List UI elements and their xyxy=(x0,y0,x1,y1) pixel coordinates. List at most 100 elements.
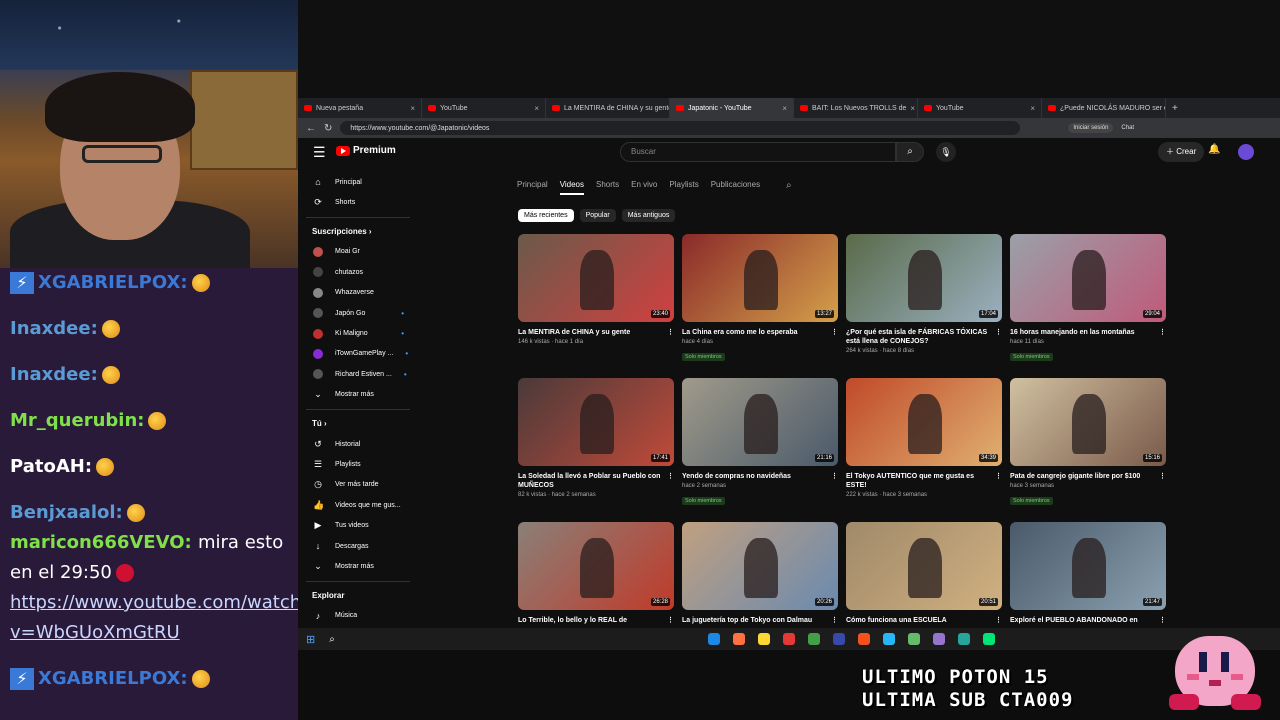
video-card[interactable]: 29:04 16 horas manejando en las montañas ⋮… xyxy=(1010,234,1166,378)
sidebar-item[interactable]: ☰ Playlists xyxy=(298,454,418,474)
tab-close-icon[interactable]: × xyxy=(910,104,915,113)
more-options-icon[interactable]: ⋮ xyxy=(667,472,674,481)
video-thumbnail[interactable]: 34:39 xyxy=(846,378,1002,466)
sidebar-subscription[interactable]: Japón Go • xyxy=(298,303,418,323)
video-thumbnail[interactable]: 21:16 xyxy=(682,378,838,466)
sidebar-subscription[interactable]: Ki Maligno • xyxy=(298,323,418,343)
sidebar-item[interactable]: ⌂ Principal xyxy=(298,172,418,192)
tab-principal[interactable]: Principal xyxy=(517,180,548,195)
microphone-icon[interactable]: 🎙 xyxy=(936,142,956,162)
video-title[interactable]: Yendo de compras no navideñas ⋮ xyxy=(682,472,838,481)
chat-username[interactable]: XGABRIELPOX: xyxy=(38,668,188,689)
sidebar-subscription[interactable]: chutazos xyxy=(298,262,418,282)
browser-tab[interactable]: ¿Puede NICOLÁS MADURO ser el× xyxy=(1042,98,1166,118)
browser-chat-button[interactable]: Chat xyxy=(1121,125,1134,131)
sort-chip[interactable]: Más recientes xyxy=(518,209,574,222)
taskbar-search-icon[interactable]: ⌕ xyxy=(329,634,335,645)
video-card[interactable]: 13:27 La China era como me lo esperaba ⋮ ha… xyxy=(682,234,838,378)
signin-button[interactable]: Iniciar sesión xyxy=(1068,123,1114,133)
more-options-icon[interactable]: ⋮ xyxy=(831,328,838,337)
video-title[interactable]: La Soledad la llevó a Poblar su Pueblo c… xyxy=(518,472,674,490)
youtube-logo[interactable]: Premium xyxy=(336,145,396,156)
chat-username[interactable]: Inaxdee: xyxy=(10,318,98,339)
taskbar-app-icon[interactable] xyxy=(932,633,945,645)
video-title[interactable]: La MENTIRA de CHINA y su gente ⋮ xyxy=(518,328,674,337)
sidebar-subscription[interactable]: iTownGamePlay ... • xyxy=(298,344,418,364)
url-field[interactable]: https://www.youtube.com/@Japatonic/video… xyxy=(340,121,1021,135)
video-card[interactable]: 17:04 ¿Por qué esta isla de FÁBRICAS TÓXI… xyxy=(846,234,1002,378)
create-button[interactable]: ＋ Crear xyxy=(1158,142,1205,162)
tab-en-vivo[interactable]: En vivo xyxy=(631,180,657,195)
more-options-icon[interactable]: ⋮ xyxy=(831,616,838,625)
more-options-icon[interactable]: ⋮ xyxy=(995,328,1002,337)
search-icon[interactable]: ⌕ xyxy=(896,142,924,162)
video-card[interactable]: 17:41 La Soledad la llevó a Poblar su Pue… xyxy=(518,378,674,522)
sidebar-item[interactable]: ▶ Tus videos xyxy=(298,515,418,535)
hamburger-menu-icon[interactable]: ☰ xyxy=(313,144,326,161)
video-title[interactable]: ¿Por qué esta isla de FÁBRICAS TÓXICAS e… xyxy=(846,328,1002,346)
tab-close-icon[interactable]: × xyxy=(410,104,415,113)
taskbar-app-icon[interactable] xyxy=(832,633,845,645)
channel-search-icon[interactable]: ⌕ xyxy=(786,180,792,191)
sort-chip[interactable]: Más antiguos xyxy=(621,209,676,222)
video-title[interactable]: Cómo funciona una ESCUELA ⋮ xyxy=(846,616,1002,625)
tab-publicaciones[interactable]: Publicaciones xyxy=(711,180,760,195)
show-more-button[interactable]: ⌄ Mostrar más xyxy=(298,385,418,405)
video-thumbnail[interactable]: 17:41 xyxy=(518,378,674,466)
video-card[interactable]: 23:40 La MENTIRA de CHINA y su gente ⋮ 146 … xyxy=(518,234,674,378)
chat-username[interactable]: Mr_querubin: xyxy=(10,410,144,431)
video-thumbnail[interactable]: 21:47 xyxy=(1010,522,1166,610)
subscriptions-heading[interactable]: Suscripciones › xyxy=(298,222,418,242)
video-title[interactable]: 16 horas manejando en las montañas ⋮ xyxy=(1010,328,1166,337)
tab-shorts[interactable]: Shorts xyxy=(596,180,619,195)
video-title[interactable]: La China era como me lo esperaba ⋮ xyxy=(682,328,838,337)
video-thumbnail[interactable]: 17:04 xyxy=(846,234,1002,322)
tab-videos[interactable]: Videos xyxy=(559,180,585,195)
video-thumbnail[interactable]: 26:28 xyxy=(518,522,674,610)
video-thumbnail[interactable]: 13:27 xyxy=(682,234,838,322)
sort-chip[interactable]: Popular xyxy=(579,209,616,222)
browser-tab[interactable]: Nueva pestaña × xyxy=(298,98,422,118)
more-options-icon[interactable]: ⋮ xyxy=(831,472,838,481)
taskbar-app-icon[interactable] xyxy=(857,633,870,645)
video-title[interactable]: El Tokyo AUTENTICO que me gusta es ESTE!… xyxy=(846,472,1002,490)
taskbar-app-icon[interactable] xyxy=(907,633,920,645)
notifications-bell-icon[interactable]: 🔔 xyxy=(1208,144,1220,155)
back-icon[interactable]: ← xyxy=(306,123,316,134)
video-card[interactable]: 34:39 El Tokyo AUTENTICO que me gusta es … xyxy=(846,378,1002,522)
video-thumbnail[interactable]: 29:04 xyxy=(1010,234,1166,322)
chat-username[interactable]: Inaxdee: xyxy=(10,364,98,385)
browser-tab[interactable]: BAIT: Los Nuevos TROLLS de × xyxy=(794,98,918,118)
chat-username[interactable]: maricon666VEVO: xyxy=(10,532,192,553)
video-title[interactable]: La juguetería top de Tokyo con Dalmau ⋮ xyxy=(682,616,838,625)
taskbar-app-icon[interactable] xyxy=(707,633,720,645)
video-card[interactable]: 15:16 Pata de cangrejo gigante libre por … xyxy=(1010,378,1166,522)
taskbar-app-icon[interactable] xyxy=(807,633,820,645)
new-tab-icon[interactable]: + xyxy=(1172,103,1178,114)
windows-start-icon[interactable]: ⊞ xyxy=(306,633,315,646)
taskbar-app-icon[interactable] xyxy=(782,633,795,645)
chat-username[interactable]: XGABRIELPOX: xyxy=(38,272,188,293)
taskbar-app-icon[interactable] xyxy=(957,633,970,645)
video-thumbnail[interactable]: 15:16 xyxy=(1010,378,1166,466)
taskbar-app-icon[interactable] xyxy=(732,633,745,645)
video-card[interactable]: 21:16 Yendo de compras no navideñas ⋮ hace … xyxy=(682,378,838,522)
more-options-icon[interactable]: ⋮ xyxy=(1159,328,1166,337)
sidebar-item[interactable]: ◷ Ver más tarde xyxy=(298,475,418,495)
sidebar-item[interactable]: ↺ Historial xyxy=(298,434,418,454)
taskbar-app-icon[interactable] xyxy=(882,633,895,645)
you-heading[interactable]: Tú › xyxy=(298,414,418,434)
sidebar-subscription[interactable]: Whazaverse xyxy=(298,283,418,303)
browser-tab[interactable]: YouTube × xyxy=(918,98,1042,118)
more-options-icon[interactable]: ⋮ xyxy=(995,472,1002,481)
video-title[interactable]: Pata de cangrejo gigante libre por $100 ⋮ xyxy=(1010,472,1166,481)
video-title[interactable]: Lo Terrible, lo bello y lo REAL de ⋮ xyxy=(518,616,674,625)
more-options-icon[interactable]: ⋮ xyxy=(667,328,674,337)
search-input[interactable]: Buscar xyxy=(620,142,896,162)
show-more-button[interactable]: ⌄ Mostrar más xyxy=(298,556,418,576)
browser-tab[interactable]: YouTube × xyxy=(422,98,546,118)
taskbar-app-icon[interactable] xyxy=(982,633,995,645)
refresh-icon[interactable]: ↻ xyxy=(324,123,332,134)
avatar[interactable] xyxy=(1238,144,1254,160)
sidebar-item[interactable]: ♪ Música xyxy=(298,606,418,626)
